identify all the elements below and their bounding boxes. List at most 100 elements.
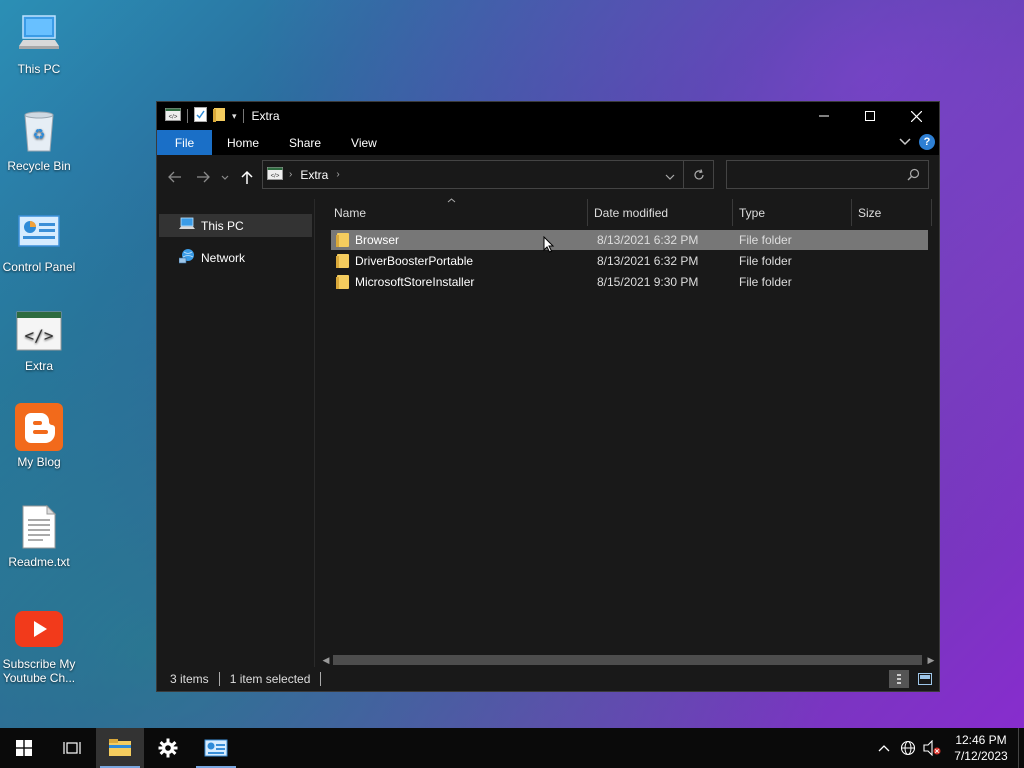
system-tray: 12:46 PM 7/12/2023: [872, 728, 1024, 768]
location-code-icon: </>: [267, 166, 283, 183]
show-hidden-icons-button[interactable]: [872, 728, 896, 768]
close-button[interactable]: [893, 102, 939, 130]
large-icons-view-button[interactable]: [915, 670, 935, 688]
desktop-icon-this-pc[interactable]: This PC: [0, 10, 78, 76]
computer-icon: [179, 217, 195, 234]
nav-item-this-pc[interactable]: This PC: [159, 214, 312, 237]
computer-icon: [15, 10, 63, 58]
desktop-icon-extra[interactable]: </> Extra: [0, 307, 78, 373]
svg-text:</>: </>: [271, 173, 280, 179]
breadcrumb-separator-icon[interactable]: ›: [289, 169, 292, 180]
customize-toolbar-chevron-icon[interactable]: ▾: [232, 111, 237, 122]
nav-item-label: This PC: [201, 218, 244, 233]
properties-icon[interactable]: [194, 107, 207, 125]
new-folder-icon[interactable]: [213, 107, 226, 125]
breadcrumb-separator-icon[interactable]: ›: [336, 169, 339, 180]
network-status-button[interactable]: [896, 728, 920, 768]
forward-arrow-icon: [197, 171, 210, 183]
volume-button[interactable]: [920, 728, 944, 768]
back-button[interactable]: [161, 163, 189, 191]
column-header-label: Date modified: [594, 205, 669, 220]
tab-home[interactable]: Home: [212, 130, 274, 155]
details-view-button[interactable]: [889, 670, 909, 688]
recycle-bin-icon: ♻: [15, 107, 63, 155]
nav-item-network[interactable]: Network: [159, 246, 312, 269]
file-explorer-icon: [109, 739, 131, 756]
address-history-chevron-icon[interactable]: [665, 169, 675, 183]
svg-text:</>: </>: [169, 115, 178, 121]
recent-locations-button[interactable]: [217, 163, 233, 191]
clock-time: 12:46 PM: [955, 733, 1007, 747]
tab-view[interactable]: View: [336, 130, 392, 155]
scroll-left-icon[interactable]: ◀: [318, 652, 334, 668]
expand-ribbon-chevron-icon[interactable]: [899, 135, 911, 149]
taskbar-settings[interactable]: [144, 728, 192, 768]
desktop-icon-readme[interactable]: Readme.txt: [0, 503, 78, 569]
tab-share[interactable]: Share: [274, 130, 336, 155]
column-header-size[interactable]: Size: [852, 199, 932, 226]
refresh-button[interactable]: [683, 161, 713, 188]
taskbar-file-explorer[interactable]: [96, 728, 144, 768]
horizontal-scrollbar[interactable]: ◀ ▶: [316, 652, 939, 668]
search-icon[interactable]: [907, 168, 920, 184]
task-view-icon: [63, 742, 81, 754]
forward-button[interactable]: [189, 163, 217, 191]
desktop-icon-my-blog[interactable]: My Blog: [0, 403, 78, 469]
file-name: Browser: [355, 233, 400, 247]
navigation-pane: This PC Network: [157, 199, 315, 668]
clock-date: 7/12/2023: [954, 749, 1008, 763]
file-type: File folder: [739, 275, 792, 289]
file-date: 8/13/2021 6:32 PM: [597, 254, 699, 268]
column-header-date-modified[interactable]: Date modified: [588, 199, 733, 226]
scroll-right-icon[interactable]: ▶: [923, 652, 939, 668]
control-panel-icon: [15, 208, 63, 256]
separator: [242, 109, 244, 123]
scrollbar-thumb[interactable]: [333, 655, 922, 665]
tab-file[interactable]: File: [157, 130, 212, 155]
details-view-icon: [897, 674, 901, 684]
desktop-icon-recycle-bin[interactable]: ♻ Recycle Bin: [0, 107, 78, 173]
maximize-button[interactable]: [847, 102, 893, 130]
settings-icon: [158, 738, 178, 758]
desktop-icon-label: This PC: [17, 62, 61, 76]
table-row[interactable]: Browser 8/13/2021 6:32 PM File folder: [331, 230, 928, 250]
column-headers: Name Date modified Type Size: [316, 198, 939, 226]
item-count: 3 items: [170, 672, 209, 686]
show-desktop-button[interactable]: [1018, 728, 1024, 768]
address-bar[interactable]: </> › Extra ›: [262, 160, 714, 189]
up-button[interactable]: [233, 163, 261, 191]
globe-icon: [900, 740, 916, 756]
column-header-type[interactable]: Type: [733, 199, 852, 226]
help-icon[interactable]: ?: [919, 134, 935, 150]
chevron-down-icon: [221, 175, 229, 180]
table-row[interactable]: DriverBoosterPortable 8/13/2021 6:32 PM …: [331, 251, 928, 271]
taskbar-control-panel[interactable]: [192, 728, 240, 768]
title-bar[interactable]: </> ▾ Extra: [157, 102, 939, 130]
desktop-icon-youtube[interactable]: Subscribe My Youtube Ch...: [0, 605, 78, 685]
svg-text:♻: ♻: [33, 126, 46, 142]
separator: [320, 672, 322, 686]
clock[interactable]: 12:46 PM 7/12/2023: [944, 732, 1018, 764]
window-code-icon: </>: [165, 108, 181, 124]
desktop-icon-label: Extra: [24, 359, 53, 373]
up-arrow-icon: [241, 170, 253, 184]
column-header-label: Name: [334, 205, 367, 220]
minimize-button[interactable]: [801, 102, 847, 130]
large-icons-view-icon: [918, 673, 932, 685]
selection-count: 1 item selected: [229, 672, 311, 686]
close-icon: [910, 110, 922, 122]
blogger-icon: [15, 403, 63, 451]
minimize-icon: [819, 115, 829, 117]
search-input[interactable]: [726, 160, 929, 189]
folder-icon: [336, 254, 349, 268]
column-header-label: Size: [858, 205, 882, 220]
table-row[interactable]: MicrosoftStoreInstaller 8/15/2021 9:30 P…: [331, 272, 928, 292]
desktop-icon-control-panel[interactable]: Control Panel: [0, 208, 78, 274]
breadcrumb-segment[interactable]: Extra: [300, 168, 328, 182]
column-header-name[interactable]: Name: [316, 198, 588, 226]
youtube-icon: [15, 605, 63, 653]
chevron-up-icon: [878, 745, 890, 752]
maximize-icon: [865, 111, 875, 121]
start-button[interactable]: [0, 728, 48, 768]
task-view-button[interactable]: [48, 728, 96, 768]
